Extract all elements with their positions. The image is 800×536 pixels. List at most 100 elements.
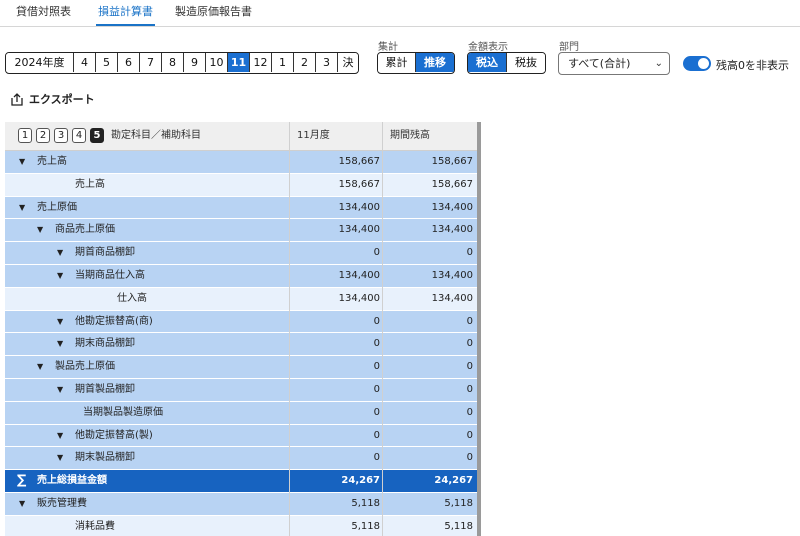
expand-caret-icon[interactable]: ▼ [57,242,63,264]
table-row[interactable]: ▼ 期末商品棚卸 0 0 [5,333,480,357]
department-value: すべて(合計) [568,57,631,70]
period-balance-value: 134,400 [431,269,473,281]
department-select[interactable]: すべて(合計) ⌄ [558,52,670,75]
table-row[interactable]: 消耗品費 5,118 5,118 [5,515,480,536]
period-button[interactable]: 決 [338,53,358,72]
level-2-button[interactable]: 2 [36,128,50,143]
expand-caret-icon[interactable]: ▼ [57,425,63,447]
income-statement-table: 1 2 3 4 5 勘定科目／補助科目 11月度 期間残高 ▼ 売上高 158,66… [5,122,480,536]
expand-caret-icon[interactable]: ▼ [57,333,63,355]
report-tabs: 貸借対照表 損益計算書 製造原価報告書 [0,0,800,27]
period-balance-value: 0 [466,406,473,418]
aggregation-toggle: 累計 推移 [377,52,455,74]
period-balance-value: 134,400 [431,224,473,236]
hide-zero-toggle[interactable] [683,56,711,71]
period-button[interactable]: 5 [96,53,118,72]
period-button[interactable]: 2024年度 [6,53,74,72]
level-5-button[interactable]: 5 [90,128,104,143]
account-name: 他勘定振替高(製) [75,429,153,441]
tab-balance-sheet[interactable]: 貸借対照表 [16,0,71,26]
aggregation-trend-button[interactable]: 推移 [416,53,454,72]
period-button[interactable]: 2 [294,53,316,72]
tax-excluded-button[interactable]: 税抜 [507,53,545,72]
account-name: 仕入高 [117,292,147,304]
table-row[interactable]: 当期製品製造原価 0 0 [5,401,480,425]
table-row[interactable]: ▼ 当期商品仕入高 134,400 134,400 [5,264,480,288]
column-header-period-balance: 期間残高 [390,130,430,141]
period-balance-value: 134,400 [431,201,473,213]
period-button[interactable]: 3 [316,53,338,72]
account-name: 売上総損益金額 [37,475,107,487]
table-row[interactable]: ▼ 期末製品棚卸 0 0 [5,447,480,471]
month-value: 0 [373,383,380,395]
account-name: 商品売上原価 [55,224,115,236]
account-name: 当期製品製造原価 [83,406,163,418]
month-value: 0 [373,429,380,441]
expand-caret-icon[interactable]: ▼ [37,219,43,241]
table-row[interactable]: ▼ 期首製品棚卸 0 0 [5,378,480,402]
month-value: 158,667 [338,156,380,167]
period-button[interactable]: 6 [118,53,140,72]
period-balance-value: 158,667 [431,178,473,190]
level-1-button[interactable]: 1 [18,128,32,143]
level-4-button[interactable]: 4 [72,128,86,143]
table-row[interactable]: ▼ 商品売上原価 134,400 134,400 [5,219,480,243]
table-row[interactable]: 売上高 158,667 158,667 [5,173,480,197]
period-button[interactable]: 9 [184,53,206,72]
table-row[interactable]: ▼ 他勘定振替高(商) 0 0 [5,310,480,334]
period-selector: 2024年度 4 5 6 7 8 9 10 11 12 1 2 3 決 [5,52,359,74]
period-balance-value: 0 [466,338,473,350]
table-scrollbar[interactable] [477,122,481,536]
tax-included-button[interactable]: 税込 [468,53,507,72]
hide-zero-label: 残高0を非表示 [716,59,789,72]
table-row[interactable]: 仕入高 134,400 134,400 [5,287,480,311]
period-balance-value: 0 [466,247,473,259]
expand-caret-icon[interactable]: ▼ [19,151,25,173]
table-row[interactable]: ▼ 期首商品棚卸 0 0 [5,242,480,265]
expand-caret-icon[interactable]: ▼ [57,311,63,333]
month-value: 24,267 [341,475,380,487]
toggle-knob [698,58,709,69]
period-button[interactable]: 7 [140,53,162,72]
expand-caret-icon[interactable]: ▼ [57,447,63,469]
account-name: 他勘定振替高(商) [75,315,153,327]
period-balance-value: 24,267 [434,475,473,487]
aggregation-cumulative-button[interactable]: 累計 [378,53,416,72]
amount-display-toggle: 税込 税抜 [467,52,546,74]
month-value: 0 [373,315,380,327]
export-button[interactable]: エクスポート [11,91,95,107]
level-3-button[interactable]: 3 [54,128,68,143]
month-value: 5,118 [351,497,380,509]
table-body: ▼ 売上高 158,667 158,667 売上高 158,667 158,667 ▼ 売上原価… [5,151,480,536]
account-name: 当期商品仕入高 [75,269,145,281]
tab-manufacturing-cost-report[interactable]: 製造原価報告書 [175,0,252,26]
period-button[interactable]: 8 [162,53,184,72]
month-value: 134,400 [338,224,380,236]
period-button[interactable]: 1 [272,53,294,72]
table-row[interactable]: ▼ 販売管理費 5,118 5,118 [5,492,480,516]
expand-caret-icon[interactable]: ▼ [19,197,25,219]
period-button[interactable]: 12 [250,53,272,72]
period-balance-value: 0 [466,361,473,373]
aggregation-label: 集計 [378,42,398,53]
month-value: 5,118 [351,520,380,532]
period-balance-value: 5,118 [444,520,473,532]
account-name: 販売管理費 [37,497,87,509]
table-row[interactable]: ▼ 売上原価 134,400 134,400 [5,196,480,220]
table-row[interactable]: ▼ 製品売上原価 0 0 [5,356,480,379]
expand-caret-icon[interactable]: ▼ [57,265,63,287]
period-button[interactable]: 11 [228,53,250,72]
month-value: 134,400 [338,201,380,213]
table-row[interactable]: ▼ 他勘定振替高(製) 0 0 [5,424,480,448]
period-balance-value: 0 [466,383,473,395]
period-balance-value: 134,400 [431,292,473,304]
table-row[interactable]: ∑ 売上総損益金額 24,267 24,267 [5,470,480,493]
expand-caret-icon[interactable]: ▼ [37,356,43,378]
period-button[interactable]: 10 [206,53,228,72]
expand-caret-icon[interactable]: ▼ [19,493,25,515]
period-button[interactable]: 4 [74,53,96,72]
expand-caret-icon[interactable]: ▼ [57,379,63,401]
tab-income-statement[interactable]: 損益計算書 [96,0,155,26]
account-name: 期末製品棚卸 [75,452,135,464]
table-row[interactable]: ▼ 売上高 158,667 158,667 [5,151,480,174]
